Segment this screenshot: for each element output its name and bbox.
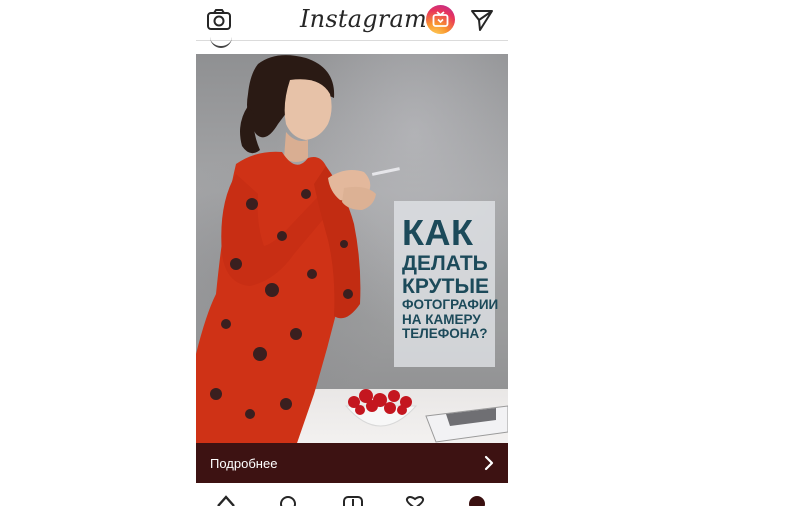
post-author-avatar[interactable] — [210, 36, 232, 48]
headline-line-2: ДЕЛАТЬ — [402, 251, 488, 275]
headline-line-4: ФОТОГРАФИИ — [402, 297, 499, 313]
activity-heart-icon[interactable] — [404, 494, 426, 506]
search-icon[interactable] — [278, 494, 298, 506]
profile-avatar[interactable] — [466, 494, 488, 506]
post-headline: КАК ДЕЛАТЬ КРУТЫЕ ФОТОГРАФИИ НА КАМЕРУ Т… — [402, 212, 502, 342]
headline-line-1: КАК — [402, 212, 474, 253]
headline-line-5: НА КАМЕРУ — [402, 311, 481, 327]
headline-line-3: КРУТЫЕ — [402, 274, 490, 298]
learn-more-button[interactable]: Подробнее — [196, 443, 508, 483]
instagram-logo: Instagram — [300, 5, 427, 33]
chevron-right-icon — [484, 455, 494, 471]
home-icon[interactable] — [216, 494, 236, 506]
instagram-app: Instagram КАК ДЕЛАТЬ КРУТЫЕ ФОТОГРАФИИ Н… — [196, 0, 508, 506]
bottom-nav — [196, 490, 508, 506]
igtv-icon[interactable] — [426, 5, 455, 34]
camera-icon[interactable] — [206, 7, 232, 33]
headline-line-6: ТЕЛЕФОНА? — [402, 326, 488, 342]
top-bar: Instagram — [196, 0, 508, 41]
learn-more-label: Подробнее — [210, 456, 278, 471]
add-post-icon[interactable] — [342, 494, 364, 506]
direct-send-icon[interactable] — [470, 8, 494, 32]
